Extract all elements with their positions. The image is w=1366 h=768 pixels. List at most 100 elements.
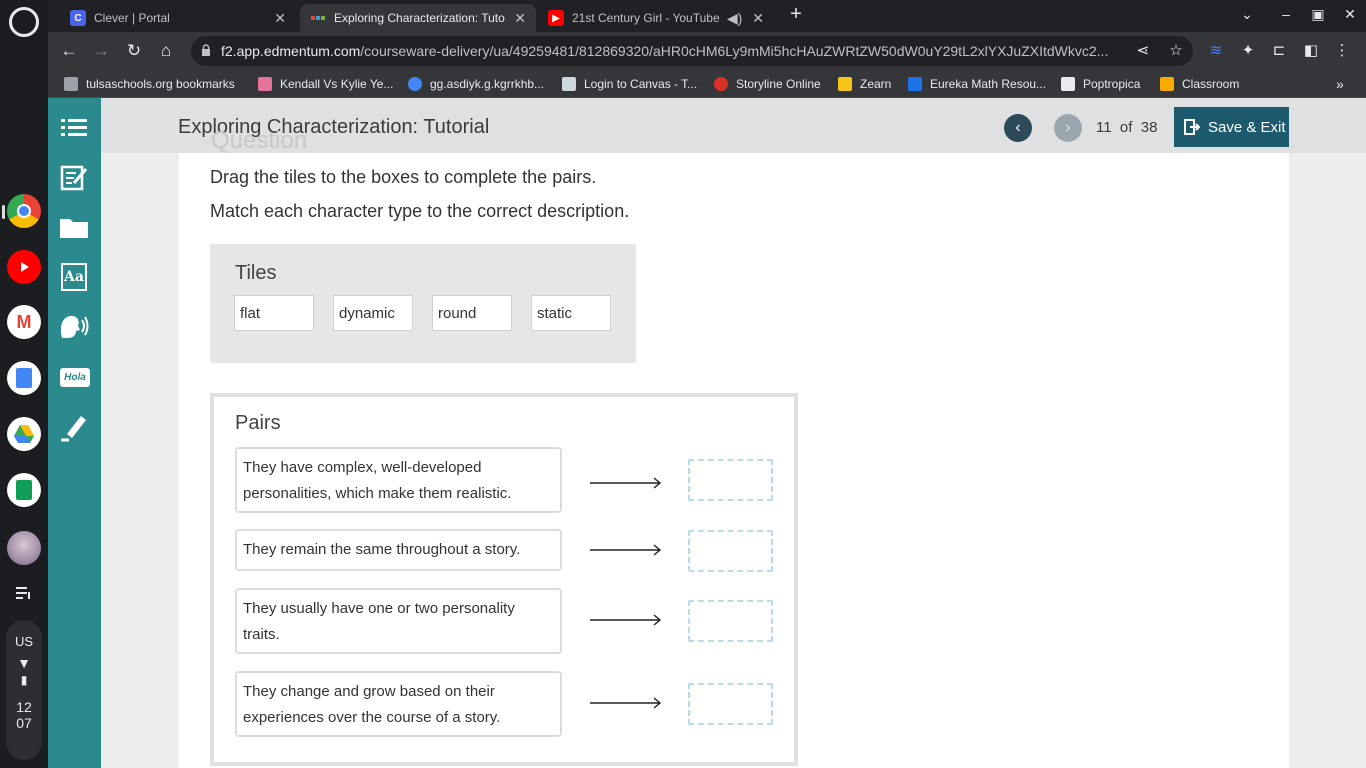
- gmail-app-icon[interactable]: M: [7, 305, 41, 339]
- tile-flat[interactable]: flat: [234, 295, 314, 331]
- dictionary-icon[interactable]: Aa: [58, 261, 90, 293]
- bookmark-classroom[interactable]: Classroom: [1160, 75, 1239, 93]
- tiles-heading: Tiles: [235, 262, 277, 284]
- maximize-icon[interactable]: ▣: [1306, 6, 1330, 23]
- tile-round[interactable]: round: [432, 295, 512, 331]
- google-icon: [408, 77, 422, 91]
- audio-playing-icon[interactable]: ◀): [727, 10, 742, 27]
- poptropica-icon: [1061, 77, 1075, 91]
- tile-static[interactable]: static: [531, 295, 611, 331]
- playlist-icon[interactable]: [7, 576, 41, 610]
- bookmark-label: Classroom: [1182, 77, 1240, 91]
- bookmark-zearn[interactable]: Zearn: [838, 75, 891, 93]
- status-tray[interactable]: US ▼ ▮ 12 07: [6, 620, 42, 760]
- page-viewport: Aa Hola Exploring Characterization: Tuto…: [48, 98, 1366, 768]
- question-heading: Question: [211, 127, 308, 154]
- bookmark-kendall[interactable]: Kendall Vs Kylie Ye...: [258, 75, 393, 93]
- instruction-text: Drag the tiles to the boxes to complete …: [210, 167, 597, 187]
- url-host: f2.app.edmentum.com: [221, 43, 361, 59]
- tab-title: Clever | Portal: [94, 11, 170, 25]
- tab-youtube[interactable]: ▶ 21st Century Girl - YouTube ◀) ✕: [538, 4, 774, 32]
- launcher-button[interactable]: [9, 7, 39, 37]
- highlighter-icon[interactable]: [58, 411, 90, 443]
- zearn-icon: [838, 77, 852, 91]
- share-icon[interactable]: ⋖: [1132, 40, 1154, 62]
- bookmark-star-icon[interactable]: ☆: [1165, 40, 1187, 62]
- bookmark-tulsaschools[interactable]: tulsaschools.org bookmarks: [64, 75, 235, 93]
- arrow-icon: [590, 697, 662, 709]
- arrow-icon: [590, 477, 662, 489]
- chromeos-shelf: M US ▼ ▮ 12 07: [0, 0, 48, 768]
- drop-box[interactable]: [688, 600, 773, 642]
- address-bar[interactable]: f2.app.edmentum.com/courseware-delivery/…: [191, 36, 1193, 66]
- description-unchanging: They remain the same throughout a story.: [235, 529, 562, 571]
- drive-app-icon[interactable]: [7, 417, 41, 451]
- question-panel: Question Drag the tiles to the boxes to …: [179, 127, 1289, 768]
- minimize-icon[interactable]: –: [1274, 6, 1298, 22]
- locale-indicator: US: [14, 634, 34, 649]
- more-bookmarks-icon[interactable]: »: [1336, 75, 1344, 93]
- youtube-app-icon[interactable]: [7, 250, 41, 284]
- bookmark-label: Eureka Math Resou...: [930, 77, 1047, 91]
- folder-icon[interactable]: [58, 211, 90, 243]
- bookmark-gg[interactable]: gg.asdiyk.g.kgrrkhb...: [408, 75, 544, 93]
- chrome-app-icon[interactable]: [7, 194, 41, 228]
- pairs-box: Pairs They have complex, well-developed …: [210, 393, 798, 766]
- back-icon[interactable]: ←: [58, 40, 80, 62]
- extensions-puzzle-icon[interactable]: ✦: [1237, 40, 1259, 62]
- canvas-icon: [562, 77, 576, 91]
- text-to-speech-icon[interactable]: [58, 311, 90, 343]
- next-page-button[interactable]: ›: [1054, 114, 1082, 142]
- notes-icon[interactable]: [58, 161, 90, 193]
- pairs-heading: Pairs: [235, 412, 281, 434]
- close-tab-icon[interactable]: ✕: [752, 10, 764, 27]
- close-tab-icon[interactable]: ✕: [514, 10, 526, 27]
- of-label: of: [1119, 119, 1133, 136]
- cast-icon[interactable]: ⊏: [1268, 40, 1290, 62]
- menu-icon[interactable]: ⋮: [1331, 40, 1353, 62]
- youtube-icon: ▶: [548, 10, 564, 26]
- arrow-icon: [590, 544, 662, 556]
- total-pages: 38: [1140, 119, 1158, 136]
- previous-page-button[interactable]: ‹: [1004, 114, 1032, 142]
- bookmark-label: gg.asdiyk.g.kgrrkhb...: [430, 77, 545, 91]
- tab-clever[interactable]: C Clever | Portal ✕: [60, 4, 296, 32]
- drop-box[interactable]: [688, 683, 773, 725]
- table-of-contents-icon[interactable]: [58, 112, 90, 144]
- docs-app-icon[interactable]: [7, 361, 41, 395]
- tab-strip: C Clever | Portal ✕ Exploring Characteri…: [48, 0, 1366, 32]
- bookmark-canvas[interactable]: Login to Canvas - T...: [562, 75, 697, 93]
- close-window-icon[interactable]: ✕: [1338, 6, 1362, 23]
- wifi-icon: ▼: [17, 655, 31, 671]
- drop-box[interactable]: [688, 459, 773, 501]
- bookmark-eureka[interactable]: Eureka Math Resou...: [908, 75, 1046, 93]
- bookmark-label: tulsaschools.org bookmarks: [86, 77, 235, 91]
- tab-search-icon[interactable]: ⌄: [1235, 6, 1259, 23]
- clock-minute: 07: [16, 715, 32, 731]
- home-icon[interactable]: ⌂: [155, 40, 177, 62]
- forward-icon[interactable]: →: [90, 40, 112, 62]
- new-tab-icon[interactable]: +: [784, 3, 808, 26]
- storyline-icon: [714, 77, 728, 91]
- sheets-app-icon[interactable]: [7, 473, 41, 507]
- save-exit-button[interactable]: Save & Exit: [1174, 107, 1289, 147]
- close-tab-icon[interactable]: ✕: [274, 10, 286, 27]
- drop-box[interactable]: [688, 530, 773, 572]
- bookmark-label: Kendall Vs Kylie Ye...: [280, 77, 394, 91]
- avatar[interactable]: [7, 531, 41, 565]
- tab-exploring-characterization[interactable]: Exploring Characterization: Tuto ✕: [300, 4, 536, 32]
- bookmark-poptropica[interactable]: Poptropica: [1061, 75, 1140, 93]
- extension-wave-icon[interactable]: ≋: [1205, 40, 1227, 62]
- lock-icon: [202, 44, 210, 56]
- side-panel-icon[interactable]: ◧: [1300, 40, 1322, 62]
- bookmarks-bar: tulsaschools.org bookmarks Kendall Vs Ky…: [48, 70, 1366, 98]
- bookmark-label: Login to Canvas - T...: [584, 77, 698, 91]
- description-changing: They change and grow based on their expe…: [235, 671, 562, 737]
- reload-icon[interactable]: ↻: [123, 40, 145, 62]
- browser-toolbar: ← → ↻ ⌂ f2.app.edmentum.com/courseware-d…: [48, 32, 1366, 70]
- bookmark-label: Storyline Online: [736, 77, 821, 91]
- tile-dynamic[interactable]: dynamic: [333, 295, 413, 331]
- bookmark-storyline[interactable]: Storyline Online: [714, 75, 821, 93]
- translate-hola-icon[interactable]: Hola: [56, 361, 94, 393]
- exit-icon: [1184, 119, 1200, 135]
